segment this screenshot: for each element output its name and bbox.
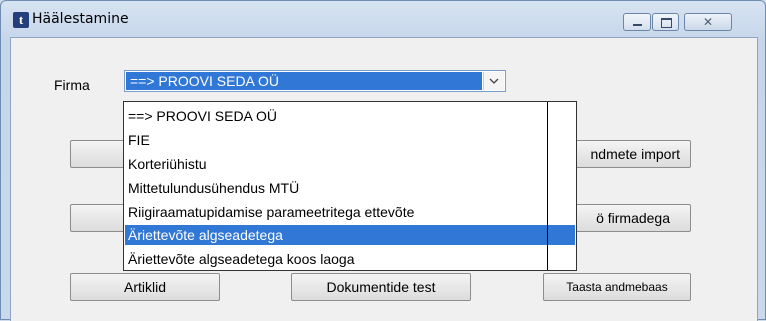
title-bar[interactable]: t Häälestamine ✕ <box>1 1 765 35</box>
option-label: Mittetulundusühendus MTÜ <box>128 180 300 196</box>
close-button[interactable]: ✕ <box>684 13 732 31</box>
main-window: t Häälestamine ✕ Firma ==> PROOVI SEDA O… <box>0 0 766 321</box>
dropdown-option[interactable]: Mittetulundusühendus MTÜ <box>125 178 575 198</box>
dropdown-option[interactable]: ==> PROOVI SEDA OÜ <box>125 106 575 126</box>
option-label: FIE <box>128 132 150 148</box>
window-title: Häälestamine <box>32 11 129 27</box>
minimize-button[interactable] <box>623 13 651 31</box>
app-logo-icon: t <box>13 12 29 28</box>
dropdown-option[interactable]: FIE <box>125 130 575 150</box>
firma-dropdown-list[interactable]: ==> PROOVI SEDA OÜ FIE Korteriühistu Mit… <box>123 101 577 271</box>
taasta-andmebaas-button[interactable]: Taasta andmebaas <box>543 273 691 301</box>
option-label: Riigiraamatupidamise parameetritega ette… <box>128 204 415 220</box>
chevron-down-icon <box>489 78 499 84</box>
firma-select[interactable]: ==> PROOVI SEDA OÜ <box>124 70 506 92</box>
artiklid-button[interactable]: Artiklid <box>70 273 220 301</box>
dropdown-option-selected[interactable]: Äriettevõte algseadetega <box>125 225 575 245</box>
dropdown-option[interactable]: Äriettevõte algseadetega koos laoga <box>125 249 575 269</box>
dropdown-option[interactable]: Korteriühistu <box>125 154 575 174</box>
option-label: Äriettevõte algseadetega koos laoga <box>128 251 355 267</box>
option-label: Äriettevõte algseadetega <box>128 227 283 243</box>
dropdown-option[interactable]: Riigiraamatupidamise parameetritega ette… <box>125 202 575 222</box>
option-label: Korteriühistu <box>128 156 207 172</box>
dropdown-column-divider <box>547 102 548 270</box>
close-icon: ✕ <box>702 15 714 29</box>
firma-selected-value[interactable]: ==> PROOVI SEDA OÜ <box>126 72 482 90</box>
dokumentide-test-button[interactable]: Dokumentide test <box>291 273 471 301</box>
option-column-divider <box>547 225 575 245</box>
maximize-button[interactable] <box>652 13 679 31</box>
minimize-icon <box>633 24 642 26</box>
maximize-icon <box>661 18 672 28</box>
firma-dropdown-button[interactable] <box>483 72 504 90</box>
option-label: ==> PROOVI SEDA OÜ <box>128 108 278 124</box>
firma-label: Firma <box>54 77 90 93</box>
